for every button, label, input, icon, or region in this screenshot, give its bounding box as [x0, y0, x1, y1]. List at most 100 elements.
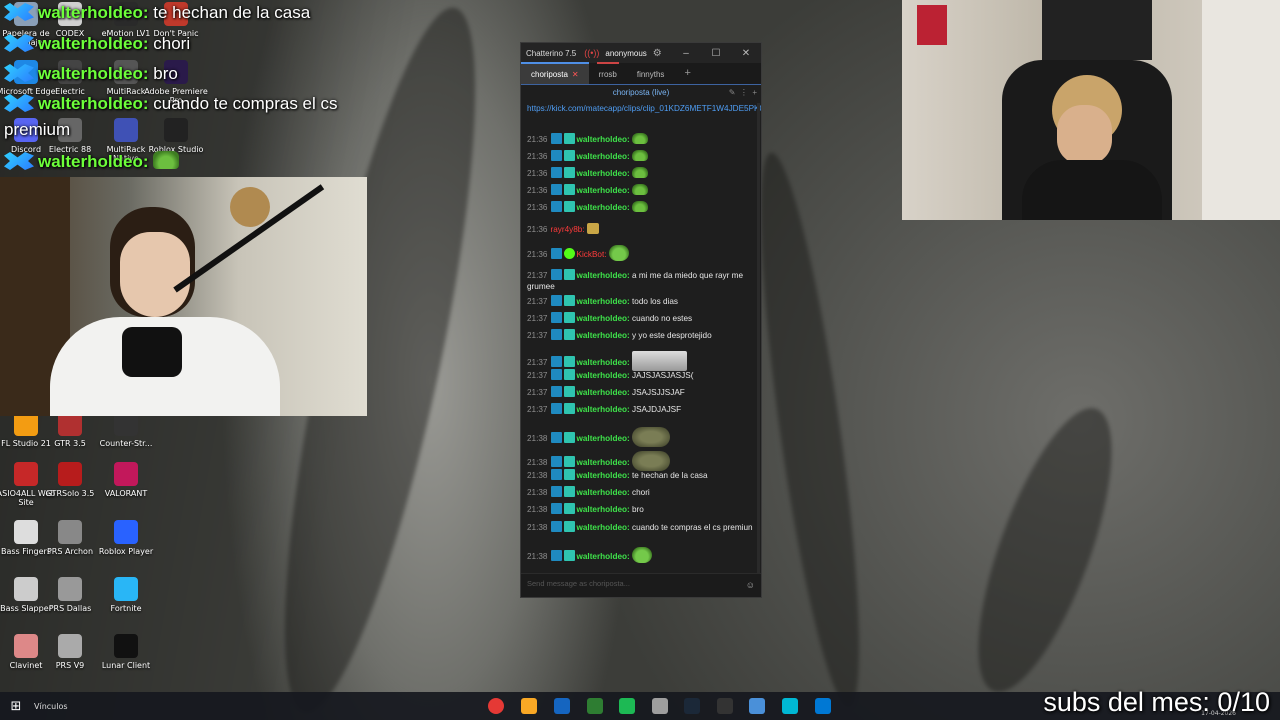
chat-message[interactable]: 21:38 walterholdeo: [527, 547, 755, 563]
spotify-icon[interactable] [619, 698, 635, 714]
frog-emote-icon[interactable] [632, 201, 648, 212]
face-emote-icon[interactable] [632, 427, 670, 447]
chat-message[interactable]: 21:36 rayr4y8b: [527, 223, 755, 235]
chat-message[interactable]: 21:37 walterholdeo: JSAJDJAJSF [527, 403, 755, 415]
message-input[interactable]: Send message as choriposta... ☺ [521, 573, 761, 597]
message-username[interactable]: walterholdeo: [577, 523, 633, 532]
chat-message[interactable]: 21:37 walterholdeo: cuando no estes [527, 312, 755, 324]
chat-message[interactable]: 21:36 walterholdeo: [527, 201, 755, 213]
chrome-icon[interactable] [488, 698, 504, 714]
message-username[interactable]: walterholdeo: [577, 203, 633, 212]
desktop-icon[interactable]: Lunar Client [94, 634, 158, 670]
chat-message[interactable]: 21:36 walterholdeo: [527, 167, 755, 179]
message-username[interactable]: walterholdeo: [577, 297, 633, 306]
chat-message[interactable]: 21:37 walterholdeo: JAJSJASJASJS( [527, 369, 755, 381]
chat-message[interactable]: 21:37 walterholdeo: a mi me da miedo que … [527, 269, 755, 292]
box-emote-icon[interactable] [586, 223, 599, 234]
chat-message[interactable]: 21:37 walterholdeo: todo los dias [527, 295, 755, 307]
windows-start-icon[interactable]: ⊞ [0, 699, 32, 714]
chat-message[interactable]: 21:37 walterholdeo: [527, 351, 755, 371]
frog-emote-icon[interactable] [632, 184, 648, 195]
gear-icon[interactable]: ⚙ [653, 48, 662, 59]
edge-icon[interactable] [554, 698, 570, 714]
lghub-icon[interactable] [782, 698, 798, 714]
settings-icon[interactable] [652, 698, 668, 714]
chat-message[interactable]: 21:36 walterholdeo: [527, 133, 755, 145]
chat-message[interactable]: 21:36 walterholdeo: [527, 184, 755, 196]
add-split-icon[interactable]: + [752, 88, 757, 97]
desktop-icon[interactable]: Fortnite [94, 577, 158, 613]
desktop-icon[interactable]: PRS V9 [38, 634, 102, 670]
message-username[interactable]: rayr4y8b: [551, 225, 587, 234]
folder-icon[interactable] [521, 698, 537, 714]
message-username[interactable]: walterholdeo: [577, 186, 633, 195]
chat-message[interactable]: 21:37 walterholdeo: y yo este desprotejid… [527, 329, 755, 341]
close-tab-icon[interactable]: ✕ [572, 70, 579, 79]
calendar-icon[interactable] [587, 698, 603, 714]
image-emote-icon[interactable] [632, 351, 687, 371]
steam-icon[interactable] [684, 698, 700, 714]
close-button[interactable]: ✕ [731, 48, 761, 59]
message-username[interactable]: walterholdeo: [577, 552, 633, 561]
message-username[interactable]: walterholdeo: [577, 135, 633, 144]
pepe-emote-icon[interactable] [632, 547, 652, 563]
message-list[interactable]: https://kick.com/matecapp/clips/clip_01K… [521, 101, 761, 571]
window-titlebar[interactable]: Chatterino 7.5 ((•)) anonymous ⚙ – ☐ ✕ [521, 43, 761, 63]
message-username[interactable]: walterholdeo: [577, 458, 633, 467]
chatterino-window[interactable]: Chatterino 7.5 ((•)) anonymous ⚙ – ☐ ✕ c… [520, 42, 762, 598]
chat-message[interactable]: 21:37 walterholdeo: JSAJSJJSJAF [527, 386, 755, 398]
live-signal-icon[interactable]: ((•)) [584, 48, 599, 58]
pepe-emote-icon[interactable] [608, 245, 629, 261]
message-username[interactable]: walterholdeo: [577, 152, 633, 161]
desktop-icon[interactable]: PRS Archon [38, 520, 102, 556]
vscode-icon[interactable] [815, 698, 831, 714]
message-link[interactable]: https://kick.com/matecapp/clips/clip_01K… [527, 104, 761, 113]
minimize-button[interactable]: – [671, 48, 701, 59]
chat-message[interactable]: 21:38 walterholdeo: bro [527, 503, 755, 515]
more-options-icon[interactable]: ⋮ [740, 88, 748, 97]
chat-message[interactable]: 21:38 walterholdeo: chori [527, 486, 755, 498]
message-username[interactable]: walterholdeo: [577, 169, 633, 178]
chat-message[interactable]: 21:38 walterholdeo: [527, 427, 755, 447]
chat-message[interactable]: 21:38 walterholdeo: cuando te compras el … [527, 521, 755, 533]
message-username[interactable]: walterholdeo: [577, 388, 633, 397]
message-username[interactable]: walterholdeo: [577, 471, 633, 480]
scrollbar[interactable] [757, 103, 760, 573]
emoji-picker-icon[interactable]: ☺ [746, 580, 755, 590]
message-username[interactable]: walterholdeo: [577, 331, 633, 340]
add-tab-button[interactable]: + [674, 62, 700, 84]
tab-rrosb[interactable]: rrosb [589, 62, 627, 84]
chat-message[interactable]: https://kick.com/matecapp/clips/clip_01K… [527, 103, 761, 114]
face-emote-icon[interactable] [632, 451, 670, 471]
chat-message[interactable]: 21:38 walterholdeo: [527, 451, 755, 471]
message-username[interactable]: walterholdeo: [577, 371, 633, 380]
frog-emote-icon[interactable] [632, 133, 648, 144]
desktop-icon[interactable]: GTRSolo 3.5 [38, 462, 102, 498]
frog-emote-icon[interactable] [632, 167, 648, 178]
message-username[interactable]: walterholdeo: [577, 358, 633, 367]
channel-title[interactable]: choriposta (live) [613, 88, 669, 97]
message-username[interactable]: KickBot: [577, 250, 609, 259]
message-username[interactable]: walterholdeo: [577, 505, 633, 514]
links-toolbar[interactable]: Vínculos [34, 702, 68, 711]
chat-message[interactable]: 21:38 walterholdeo: te hechan de la casa [527, 469, 755, 481]
desktop-icon[interactable]: Roblox Studio [144, 118, 208, 154]
chat-message[interactable]: 21:36 walterholdeo: [527, 150, 755, 162]
desktop-icon[interactable]: Roblox Player [94, 520, 158, 556]
tab-finnyths[interactable]: finnyths [627, 62, 675, 84]
desktop-icon[interactable]: Counter-Str... [94, 412, 158, 448]
message-username[interactable]: walterholdeo: [577, 488, 633, 497]
obs-icon[interactable] [717, 698, 733, 714]
maximize-button[interactable]: ☐ [701, 48, 731, 59]
desktop-icon[interactable]: GTR 3.5 [38, 412, 102, 448]
desktop-icon[interactable]: PRS Dallas [38, 577, 102, 613]
message-username[interactable]: walterholdeo: [577, 314, 633, 323]
tab-choriposta[interactable]: choriposta ✕ [521, 62, 589, 84]
chatterino-icon[interactable] [749, 698, 765, 714]
chat-message[interactable]: 21:36 KickBot: [527, 245, 755, 261]
message-username[interactable]: walterholdeo: [577, 405, 633, 414]
message-username[interactable]: walterholdeo: [577, 434, 633, 443]
frog-emote-icon[interactable] [632, 150, 648, 161]
message-username[interactable]: walterholdeo: [577, 271, 633, 280]
pencil-icon[interactable]: ✎ [729, 88, 736, 97]
